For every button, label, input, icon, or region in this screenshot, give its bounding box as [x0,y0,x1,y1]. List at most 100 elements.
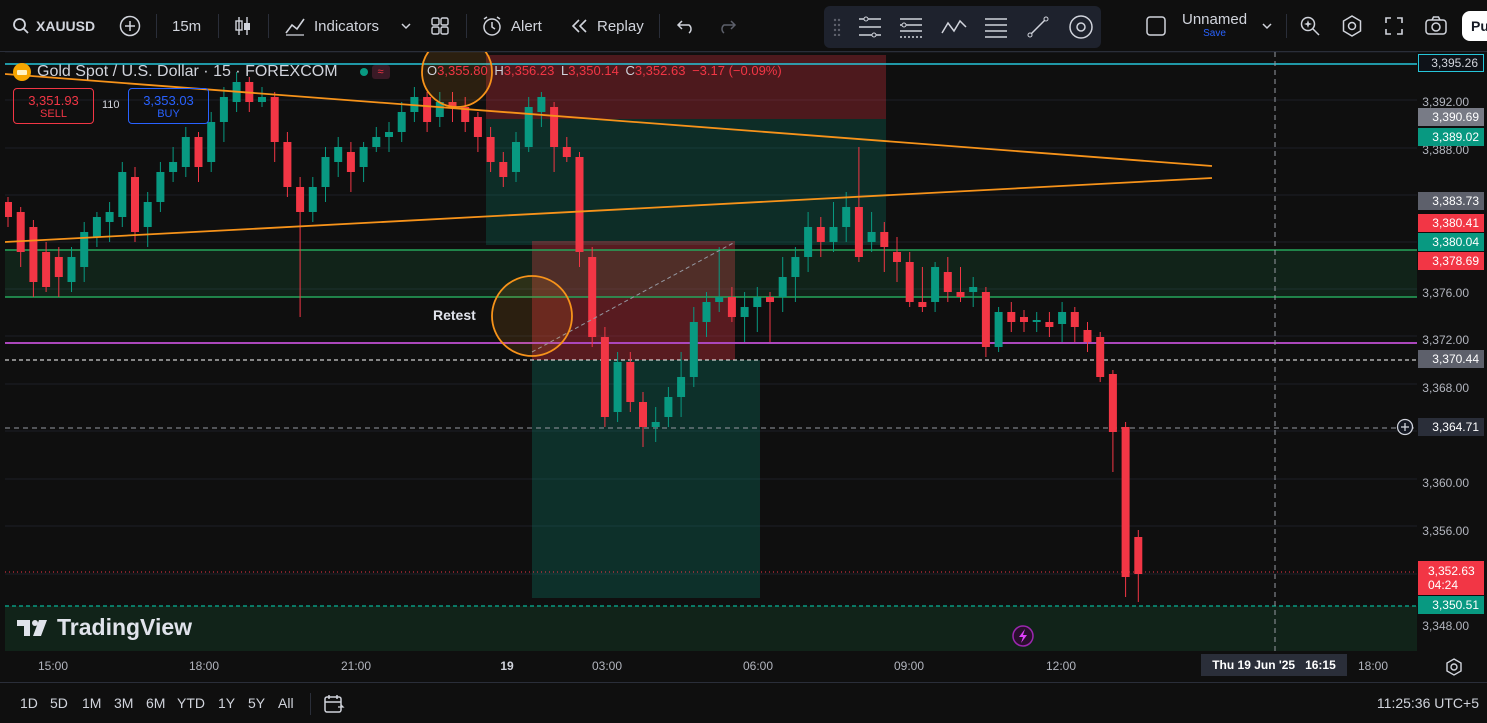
drawing-toolbar [824,6,1101,48]
quick-search-button[interactable] [1299,0,1321,52]
candle-body [626,362,635,402]
go-to-date-button[interactable] [323,693,345,720]
indicators-icon [285,18,305,36]
candle-body [181,137,190,167]
brush-tool-icon[interactable] [1068,14,1094,40]
candle-body [715,297,724,302]
range-all-button[interactable]: All [278,695,294,711]
indicators-button[interactable]: Indicators [284,0,379,52]
open-label: O [427,63,438,78]
indicators-dropdown[interactable] [400,0,412,52]
snapshot-button[interactable] [1424,0,1448,52]
buy-price: 3,353.03 [143,92,194,108]
fullscreen-button[interactable] [1384,0,1404,52]
compare-symbol-button[interactable] [119,0,141,52]
publish-button[interactable]: Pu [1462,0,1487,52]
chart-type-button[interactable] [233,0,253,52]
candle-body [5,202,12,217]
price-label[interactable]: 3,370.44 [1418,350,1484,368]
divider [466,14,467,38]
candle-body [194,137,203,167]
range-5d-button[interactable]: 5D [50,695,68,711]
range-1d-button[interactable]: 1D [20,695,38,711]
add-alert-at-price-button[interactable] [1396,418,1414,436]
crosshair-price-label[interactable]: 3,364.71 [1418,418,1484,436]
chart-pane[interactable]: Retest [5,52,1417,651]
drag-handle-icon[interactable] [833,18,841,36]
low-value: 3,350.14 [568,63,619,78]
candle-body [842,207,851,227]
price-label[interactable]: 3,350.51 [1418,596,1484,614]
replay-button[interactable]: Replay [569,0,644,52]
trendline-tool-icon[interactable] [1026,15,1050,39]
time-tick-day: 19 [500,659,514,673]
price-label[interactable]: 3,380.41 [1418,214,1484,232]
price-label[interactable]: 3,389.02 [1418,128,1484,146]
candle-body [131,177,139,232]
candle-body [575,157,584,252]
price-label[interactable]: 3,378.69 [1418,252,1484,270]
top-highlight-circle[interactable] [421,52,493,108]
layout-dropdown[interactable] [1261,0,1273,52]
candle-body [1032,320,1041,322]
interval-button[interactable]: 15m [172,0,201,52]
redo-button[interactable] [717,0,737,52]
pattern-tool-icon[interactable] [940,15,968,39]
range-3m-button[interactable]: 3M [114,695,133,711]
watermark-text: TradingView [57,614,193,640]
retest-label[interactable]: Retest [433,307,476,323]
candle-body [702,302,711,322]
timezone-clock[interactable]: 11:25:36 UTC+5 [1377,695,1479,711]
sell-button[interactable]: 3,351.93 SELL [13,88,94,124]
support-zone[interactable] [5,250,1417,297]
series-legend[interactable]: Gold Spot / U.S. Dollar · 15 · FOREXCOM … [13,62,390,82]
candle-body [791,257,800,277]
range-6m-button[interactable]: 6M [146,695,165,711]
last-price-label[interactable]: 3,352.63 04:24 [1418,561,1484,595]
range-ytd-button[interactable]: YTD [177,695,205,711]
retest-highlight-circle[interactable] [491,275,573,357]
chart-canvas[interactable] [5,52,1417,651]
candle-body [67,257,76,282]
candle-body [42,252,51,287]
scale-settings-button[interactable] [1445,658,1463,681]
undo-icon [676,20,692,34]
chevron-down-icon [1262,23,1272,30]
range-1y-button[interactable]: 1Y [218,695,235,711]
pitchfork-tool-icon[interactable] [857,15,883,39]
fib-tool-icon[interactable] [898,15,924,39]
candle-body [613,362,622,412]
price-label-text: 3,370.44 [1432,352,1479,366]
long-position-target-zone[interactable] [532,360,760,598]
candle-body [778,277,787,297]
price-label-text: 3,378.69 [1432,254,1479,268]
time-tick: 12:00 [1045,659,1077,673]
price-label[interactable]: 3,390.69 [1418,108,1484,126]
price-label-text: 3,383.73 [1432,194,1479,208]
candle-body [562,147,571,157]
high-label: H [494,63,504,78]
range-5y-button[interactable]: 5Y [248,695,265,711]
layout-save-label: Save [1203,28,1226,39]
price-label[interactable]: 3,380.04 [1418,233,1484,251]
price-scale[interactable]: 3,392.00 3,388.00 3,376.00 3,372.00 3,36… [1417,52,1487,651]
demand-zone-bottom[interactable] [5,606,1417,651]
layout-name-button[interactable]: Unnamed Save [1182,0,1247,52]
market-status-dot [359,68,368,76]
candle-body [1045,322,1054,327]
price-label[interactable]: 3,395.26 [1418,54,1484,72]
price-label[interactable]: 3,383.73 [1418,192,1484,210]
buy-button[interactable]: 3,353.03 BUY [128,88,209,124]
settings-button[interactable] [1341,0,1363,52]
lines-tool-icon[interactable] [983,15,1009,39]
templates-button[interactable] [430,0,450,52]
candle-body [816,227,825,242]
range-1m-button[interactable]: 1M [82,695,101,711]
crosshair-time-label: Thu 19 Jun '25 16:15 [1201,654,1347,676]
alert-button[interactable]: Alert [481,0,542,52]
undo-button[interactable] [676,0,696,52]
layout-button[interactable] [1145,0,1167,52]
symbol-search-button[interactable]: XAUUSD [12,0,95,52]
time-scale[interactable]: 15:00 18:00 21:00 19 03:00 06:00 09:00 1… [5,651,1417,681]
short-position-target-zone[interactable] [486,119,886,245]
